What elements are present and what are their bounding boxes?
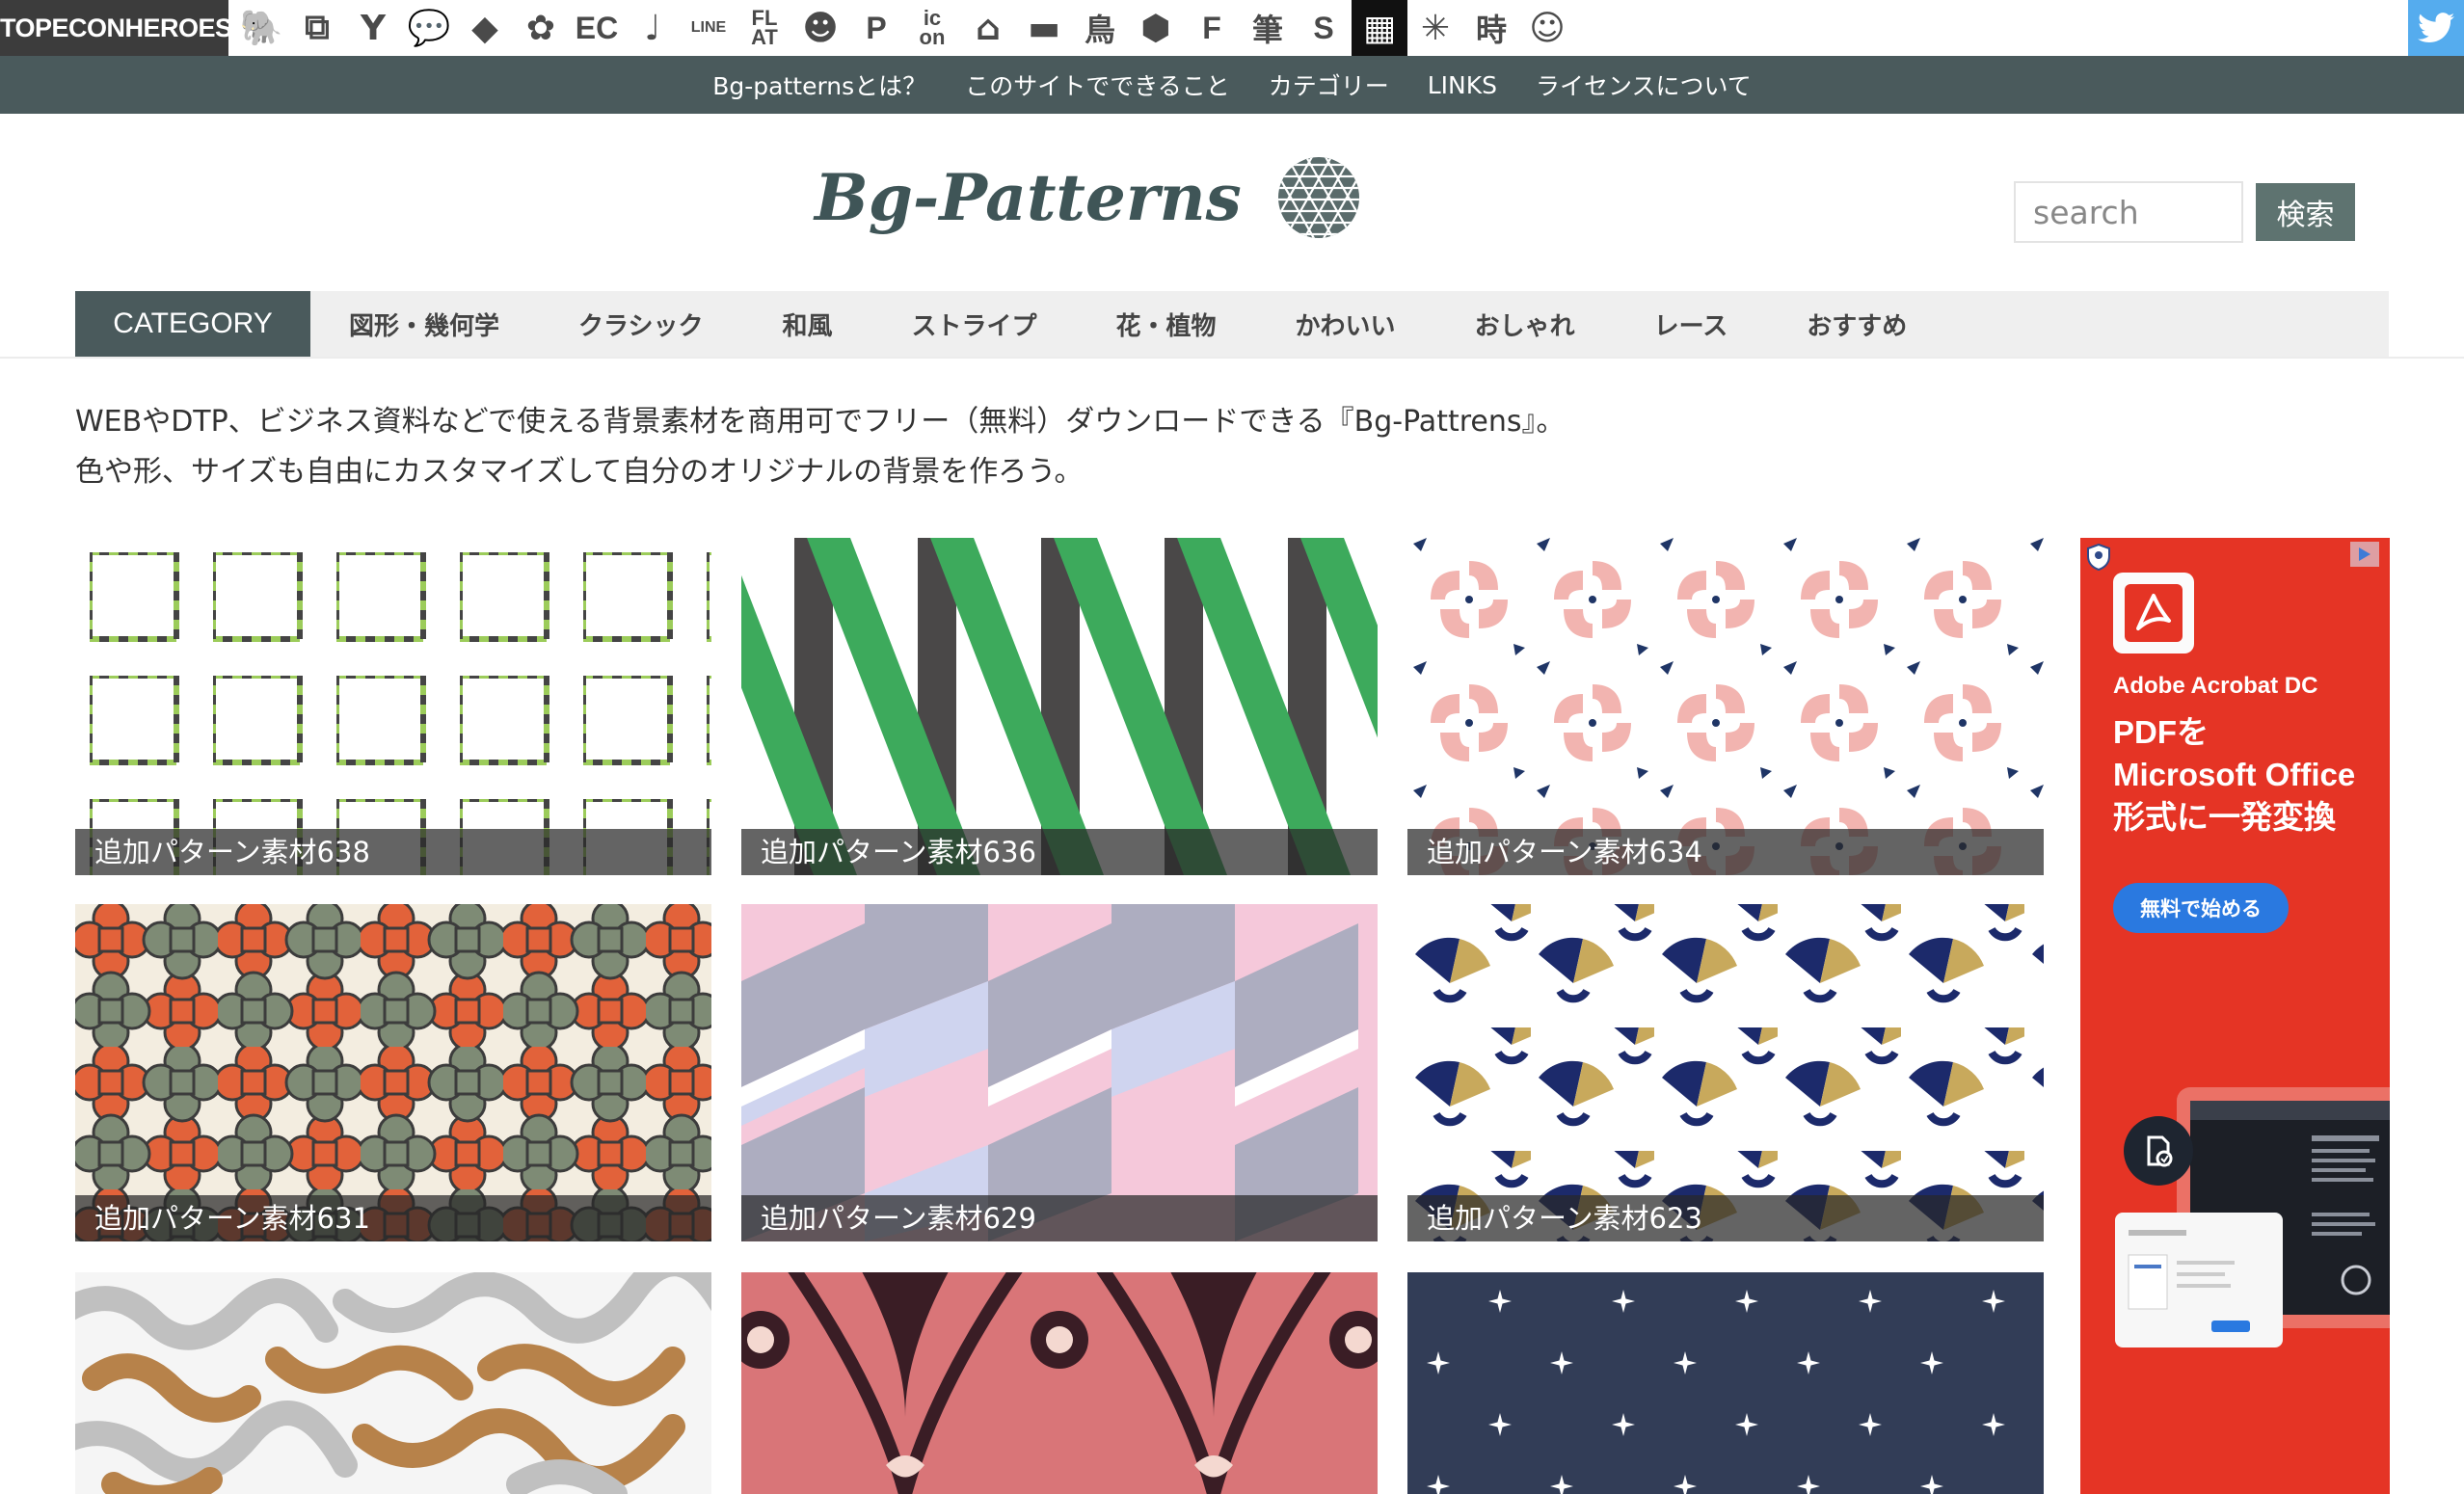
ad-dialog-card (2115, 1213, 2283, 1347)
nav-category[interactable]: カテゴリー (1269, 67, 1389, 102)
topeconheroes-logo[interactable]: TOPECONHEROES (0, 0, 232, 56)
house-icon[interactable]: ⌂ (960, 0, 1016, 56)
shield-icon (2087, 544, 2110, 571)
pattern-caption: 追加パターン素材636 (741, 829, 1378, 875)
twitter-icon[interactable] (2408, 0, 2464, 56)
pattern-caption: 追加パターン素材623 (1407, 1195, 2044, 1241)
logo-mark-icon (1277, 157, 1359, 238)
pattern-thumbnail (1407, 1272, 2044, 1494)
ad-cta-button[interactable]: 無料で始める (2113, 883, 2289, 933)
pattern-card[interactable]: 追加パターン素材629 (741, 904, 1378, 1241)
category-flower[interactable]: 花・植物 (1116, 307, 1217, 342)
pattern-card[interactable]: 追加パターン素材631 (75, 904, 711, 1241)
pattern-card[interactable] (741, 1272, 1378, 1494)
intro-text: WEBやDTP、ビジネス資料などで使える背景素材を商用可でフリー（無料）ダウンロ… (75, 397, 2003, 497)
intro-line-2: 色や形、サイズも自由にカスタマイズして自分のオリジナルの背景を作ろう。 (75, 455, 1084, 489)
search-input[interactable] (2014, 181, 2243, 243)
truck-icon[interactable]: ▬ (1016, 0, 1072, 56)
category-stripe[interactable]: ストライプ (912, 307, 1037, 342)
pattern-thumbnail (75, 538, 711, 875)
nav-license[interactable]: ライセンスについて (1536, 67, 1752, 102)
f-icon[interactable]: F (1184, 0, 1240, 56)
brush-kanji-icon[interactable]: 筆 (1240, 0, 1296, 56)
nav-about[interactable]: Bg-patternsとは？ (712, 67, 926, 102)
speech-bubble-icon[interactable]: 💬 (401, 0, 457, 56)
pattern-thumbnail (75, 904, 711, 1241)
nav-links[interactable]: LINKS (1428, 71, 1497, 99)
ad-headline-line-2: Microsoft Office (2113, 757, 2356, 792)
pattern-card[interactable]: 追加パターン素材636 (741, 538, 1378, 875)
logo-text: Bg-Patterns (815, 160, 1242, 235)
ad-headline: PDFを Microsoft Office 形式に一発変換 (2113, 711, 2383, 839)
adchoices-icon[interactable] (2350, 542, 2379, 567)
search-button[interactable]: 検索 (2256, 183, 2355, 241)
category-cute[interactable]: かわいい (1296, 307, 1396, 342)
pattern-caption: 追加パターン素材638 (75, 829, 711, 875)
flat-icon-text-bottom: AT (751, 25, 778, 49)
category-geometric[interactable]: 図形・幾何学 (349, 307, 499, 342)
pattern-card[interactable] (1407, 1272, 2044, 1494)
category-bar: CATEGORY 図形・幾何学 クラシック 和風 ストライプ 花・植物 かわいい… (75, 291, 2389, 357)
time-kanji-icon[interactable]: 時 (1463, 0, 1519, 56)
burst-icon[interactable]: ✳ (1407, 0, 1463, 56)
secondary-nav: Bg-patternsとは？ このサイトでできること カテゴリー LINKS ラ… (0, 56, 2464, 114)
smile-icon[interactable]: ☻ (792, 0, 848, 56)
p-icon[interactable]: P (848, 0, 904, 56)
intro-line-1: WEBやDTP、ビジネス資料などで使える背景素材を商用可でフリー（無料）ダウンロ… (75, 405, 1566, 439)
category-lace[interactable]: レース (1654, 307, 1728, 342)
pattern-thumbnail (741, 904, 1378, 1241)
hexagon-icon[interactable]: ⬢ (1128, 0, 1184, 56)
grid-icon[interactable]: ▦ (1352, 0, 1407, 56)
pattern-card[interactable]: 追加パターン素材623 (1407, 904, 2044, 1241)
pattern-card[interactable] (75, 1272, 711, 1494)
advertisement[interactable]: Adobe Acrobat DC PDFを Microsoft Office 形… (2080, 538, 2390, 1494)
bird-kanji-icon[interactable]: 鳥 (1072, 0, 1128, 56)
ec-icon[interactable]: EC (569, 0, 625, 56)
face-icon[interactable]: ☺ (1519, 0, 1575, 56)
pattern-card[interactable]: 追加パターン素材638 (75, 538, 711, 875)
site-logo[interactable]: Bg-Patterns (815, 154, 1361, 241)
music-note-icon[interactable]: ♩ (625, 0, 681, 56)
ad-headline-line-3: 形式に一発変換 (2113, 799, 2336, 835)
nav-features[interactable]: このサイトでできること (965, 67, 1230, 102)
flat-icon[interactable]: FL AT (737, 0, 792, 56)
tag-icon[interactable]: ◆ (457, 0, 513, 56)
flower-icon[interactable]: ✿ (513, 0, 569, 56)
pattern-caption: 追加パターン素材634 (1407, 829, 2044, 875)
divider (0, 357, 2464, 359)
figure-icon[interactable]: Y (345, 0, 401, 56)
acrobat-logo-icon (2113, 573, 2194, 654)
category-classic[interactable]: クラシック (578, 307, 703, 342)
icon-icon-text-bottom: on (919, 25, 946, 49)
pattern-thumbnail (1407, 538, 2044, 875)
pattern-card[interactable]: 追加パターン素材634 (1407, 538, 2044, 875)
top-icon-bar: TOPECONHEROES 🐘 ⧉ Y 💬 ◆ ✿ EC ♩ LINE FL AT ☻ Pic on ⌂ ▬ 鳥… (0, 0, 2464, 56)
ad-product-name: Adobe Acrobat DC (2113, 673, 2318, 699)
pattern-thumbnail (75, 1272, 711, 1494)
elephant-icon[interactable]: 🐘 (233, 0, 289, 56)
line-icon[interactable]: LINE (681, 0, 737, 56)
pattern-thumbnail (1407, 904, 2044, 1241)
pattern-caption: 追加パターン素材629 (741, 1195, 1378, 1241)
category-stylish[interactable]: おしゃれ (1475, 307, 1575, 342)
icon-icon[interactable]: ic on (904, 0, 960, 56)
category-label: CATEGORY (75, 291, 310, 357)
pattern-thumbnail (741, 1272, 1378, 1494)
pattern-caption: 追加パターン素材631 (75, 1195, 711, 1241)
file-convert-icon (2124, 1116, 2193, 1186)
category-japanese[interactable]: 和風 (783, 307, 833, 342)
category-recommended[interactable]: おすすめ (1807, 307, 1907, 342)
site-icon-list: 🐘 ⧉ Y 💬 ◆ ✿ EC ♩ LINE FL AT ☻ Pic on ⌂ ▬ 鳥 ⬢ F 筆 S ▦ ✳ 時 ☺ (233, 0, 1575, 56)
copy-icon[interactable]: ⧉ (289, 0, 345, 56)
ad-headline-line-1: PDFを (2113, 714, 2209, 750)
s-icon[interactable]: S (1296, 0, 1352, 56)
pattern-thumbnail (741, 538, 1378, 875)
